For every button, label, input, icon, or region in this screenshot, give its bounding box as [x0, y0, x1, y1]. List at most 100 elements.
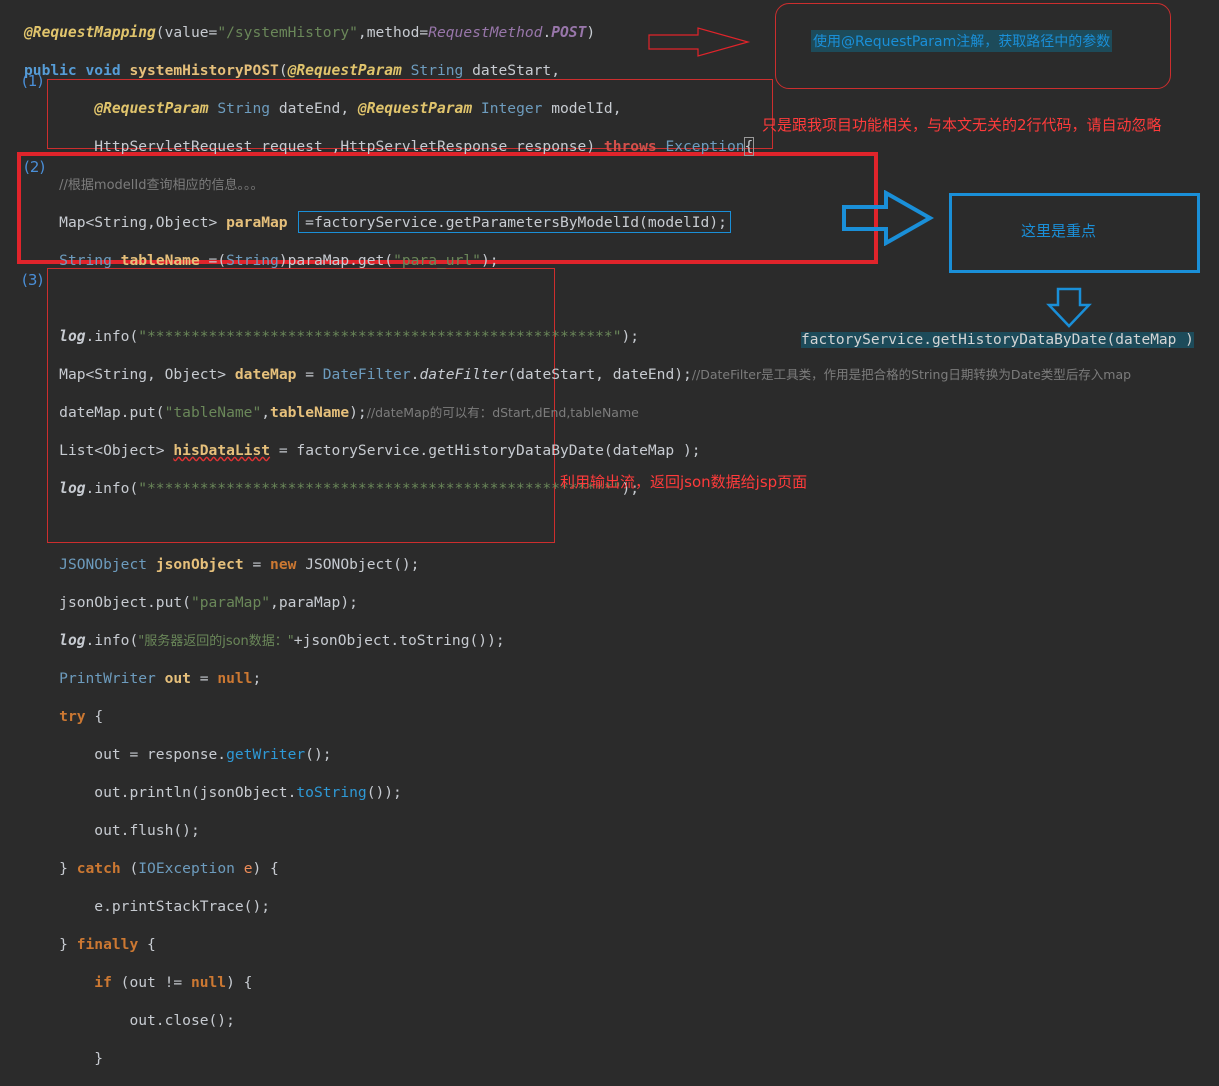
code-token: new: [270, 556, 306, 573]
code-token: ,paraMap);: [270, 594, 358, 611]
code-token: ) {: [252, 860, 279, 877]
code-token: tableName: [120, 252, 209, 269]
code-token: dateMap: [234, 366, 306, 383]
note-requestparam: 使用@RequestParam注解，获取路径中的参数: [811, 30, 1113, 52]
code-token: getWriter: [226, 746, 306, 763]
note-output-stream: 利用输出流，返回json数据给jsp页面: [560, 473, 808, 491]
code-token: dateStart,: [472, 62, 561, 79]
code-token: (: [129, 860, 139, 877]
code-token: );: [349, 404, 367, 421]
code-token: hisDataList: [173, 442, 271, 459]
code-token: Map<String, Object>: [59, 366, 235, 383]
code-token: ,: [261, 404, 271, 421]
code-token: String: [217, 100, 279, 117]
code-token: toString: [296, 784, 367, 801]
code-token: +jsonObject.toString());: [293, 632, 505, 649]
code-token: JSONObject: [59, 556, 156, 573]
code-token: catch: [76, 860, 130, 877]
code-token: .: [542, 24, 552, 41]
code-token: {: [147, 936, 156, 953]
code-token: .info(: [85, 480, 139, 497]
code-token: .info(: [85, 328, 139, 345]
code-token: =factoryService.getParametersByModelId(m…: [287, 214, 727, 231]
code-token: null: [190, 974, 227, 991]
code-token: IOException: [138, 860, 244, 877]
code-token: e: [243, 860, 253, 877]
code-token: dateMap.put(: [59, 404, 165, 421]
code-token: HttpServletResponse: [340, 138, 517, 155]
blue-arrow-down-icon: [1046, 287, 1092, 328]
code-token: );: [480, 252, 499, 269]
code-token: paraMap: [226, 214, 288, 231]
code-token: {: [743, 137, 755, 156]
code-comment: //dateMap的可以有：dStart,dEnd,tableName: [366, 405, 639, 420]
note-method-call: factoryService.getHistoryDataByDate(date…: [801, 332, 1194, 348]
code-comment: //DateFilter是工具类，作用是把合格的String日期转换为Date类…: [691, 367, 1132, 382]
marker-3: (3): [22, 271, 44, 289]
code-token: "tableName": [164, 404, 262, 421]
code-token: @RequestParam: [94, 100, 218, 117]
code-token: if: [94, 974, 121, 991]
code-token: out = response.: [94, 746, 227, 763]
code-token: List<Object>: [59, 442, 174, 459]
code-token: out.close();: [129, 1012, 235, 1029]
code-token: jsonObject: [155, 556, 253, 573]
code-token: =: [305, 366, 323, 383]
code-token: DateFilter: [322, 366, 411, 383]
code-token: throws: [603, 138, 666, 155]
code-token: .info(: [85, 632, 139, 649]
code-token: }: [59, 936, 77, 953]
code-token: e.printStackTrace();: [94, 898, 271, 915]
code-token: "服务器返回的json数据：": [138, 634, 294, 649]
code-token: request ,: [261, 138, 341, 155]
code-token: "para_url": [393, 252, 481, 269]
code-token: "/systemHistory": [217, 24, 358, 41]
code-token: =: [252, 556, 271, 573]
marker-2: (2): [24, 158, 46, 176]
code-token: POST: [551, 24, 587, 41]
code-token: out.flush();: [94, 822, 200, 839]
code-token: (out !=: [120, 974, 191, 991]
code-token: =(: [208, 252, 227, 269]
code-token: JSONObject();: [305, 556, 420, 573]
code-token: PrintWriter: [59, 670, 165, 687]
code-token: String: [59, 252, 121, 269]
code-token: ());: [366, 784, 402, 801]
code-token: "***************************************…: [138, 328, 622, 345]
code-token: tableName: [270, 404, 350, 421]
code-token: dateEnd,: [278, 100, 358, 117]
code-token: modelId,: [551, 100, 622, 117]
code-token: factoryService.getHistoryDataByDate(date…: [296, 442, 701, 459]
code-token: log: [59, 480, 86, 497]
code-token: HttpServletRequest: [94, 138, 262, 155]
code-token: @RequestParam: [287, 62, 411, 79]
code-comment: //根据modelId查询相应的信息。。。: [59, 178, 264, 193]
note-ignore-lines: 只是跟我项目功能相关，与本文无关的2行代码，请自动忽略: [762, 116, 1162, 134]
code-editor: @RequestMapping(value="/systemHistory",m…: [24, 4, 1131, 1086]
code-token: String: [226, 252, 279, 269]
code-token: log: [59, 632, 86, 649]
marker-1: (1): [22, 72, 44, 90]
code-token: }: [94, 1050, 104, 1067]
code-token: (dateStart, dateEnd);: [507, 366, 692, 383]
code-token: Map<String,Object>: [59, 214, 227, 231]
code-token: RequestMethod: [428, 24, 543, 41]
code-token: dateFilter: [419, 366, 508, 383]
code-token: )paraMap.get(: [278, 252, 394, 269]
blue-arrow-right-icon: [842, 190, 934, 246]
code-token: =: [199, 670, 218, 687]
code-token: systemHistoryPOST: [129, 62, 279, 79]
code-token: out.println(jsonObject.: [94, 784, 297, 801]
code-token: Exception: [665, 138, 745, 155]
code-token: null: [217, 670, 253, 687]
code-token: }: [59, 860, 77, 877]
code-token: );: [621, 328, 640, 345]
code-token: finally: [76, 936, 148, 953]
code-token: ();: [305, 746, 332, 763]
code-token: log: [59, 328, 86, 345]
code-token: ) {: [226, 974, 253, 991]
code-token: =: [270, 442, 297, 459]
code-token: "***************************************…: [138, 480, 622, 497]
code-token: @RequestParam: [357, 100, 481, 117]
red-arrow-icon: [648, 27, 751, 57]
